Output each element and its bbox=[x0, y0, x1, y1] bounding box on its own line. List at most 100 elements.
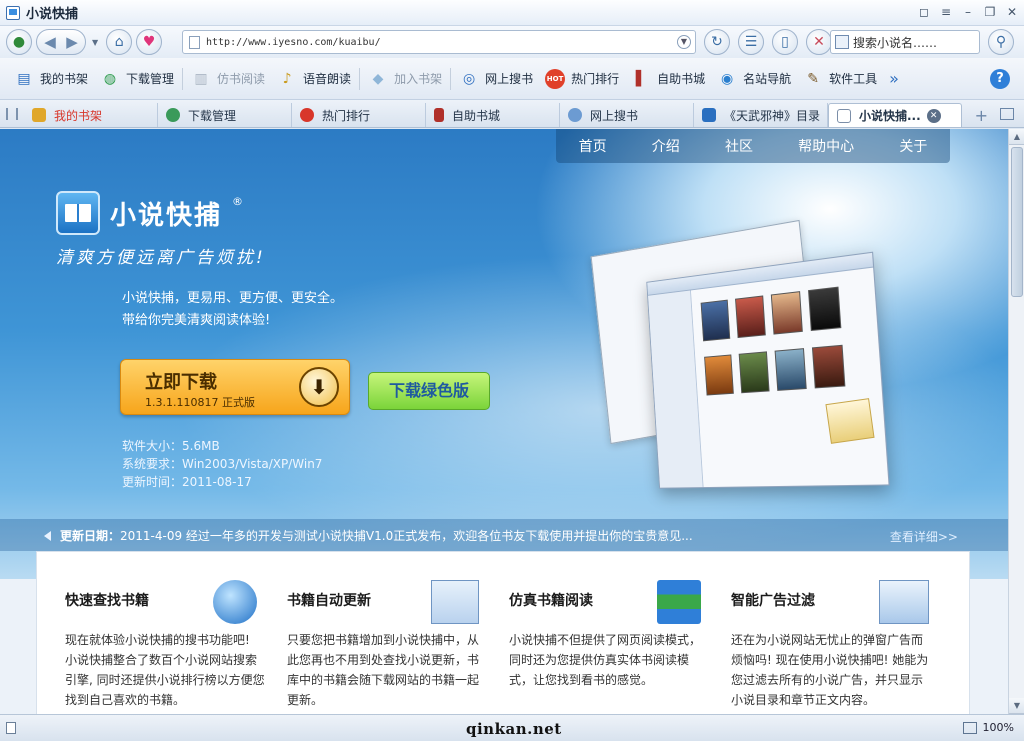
feature-desc: 只要您把书籍增加到小说快捕中，从此您再也不用到处查找小说更新，书库中的书籍会随下… bbox=[287, 630, 487, 710]
spec-system: 系统要求：Win2003/Vista/XP/Win7 bbox=[122, 455, 322, 472]
site-navigation: 首页 介绍 社区 帮助中心 关于 bbox=[556, 129, 950, 163]
favorite-heart-icon[interactable]: ♥ bbox=[136, 29, 162, 55]
site-nav-community[interactable]: 社区 bbox=[725, 136, 753, 156]
globe-download-icon bbox=[166, 108, 180, 122]
history-dropdown-icon[interactable]: ▼ bbox=[92, 38, 98, 47]
user-icon[interactable]: ● bbox=[6, 29, 32, 55]
menu-icon[interactable]: ≡ bbox=[938, 4, 954, 20]
navigation-bar: ● ◀ ▶ ▼ ⌂ ♥ http://www.iyesno.com/kuaibu… bbox=[0, 26, 1024, 58]
site-nav-home[interactable]: 首页 bbox=[579, 136, 607, 156]
toolbar-download-manager[interactable]: ◍ 下载管理 bbox=[94, 64, 180, 94]
tab-kuaibu-active[interactable]: 小说快捕... ✕ bbox=[828, 103, 962, 127]
title-bar: 小说快捕 ◻ ≡ – ❐ ✕ bbox=[0, 0, 1024, 26]
spec-update-date: 更新时间：2011-08-17 bbox=[122, 473, 252, 490]
tab-book-city[interactable]: 自助书城 bbox=[426, 103, 560, 127]
toolbar-hot-ranking[interactable]: HOT 热门排行 bbox=[539, 64, 625, 94]
toolbar-bookshelf[interactable]: ▤ 我的书架 bbox=[8, 64, 94, 94]
address-input[interactable]: http://www.iyesno.com/kuaibu/ bbox=[206, 37, 677, 48]
book-cover-image bbox=[812, 345, 845, 389]
tab-bookshelf[interactable]: 我的书架 bbox=[24, 103, 158, 127]
tools-icon: ✎ bbox=[803, 69, 823, 89]
toolbar-site-nav[interactable]: ◉ 名站导航 bbox=[711, 64, 797, 94]
book-cover-image bbox=[704, 354, 734, 395]
zoom-level: 100% bbox=[983, 721, 1014, 734]
feature-desc: 现在就体验小说快捕的搜书功能吧! 小说快捕整合了数百个小说网站搜索引擎, 同时还… bbox=[65, 630, 265, 710]
feature-title: 仿真书籍阅读 bbox=[509, 590, 593, 610]
status-bar: qinkan.net 100% bbox=[0, 714, 1024, 741]
home-icon[interactable]: ⌂ bbox=[106, 29, 132, 55]
zoom-control[interactable]: 100% bbox=[963, 721, 1014, 734]
news-ticker: 更新日期： 2011-4-09 经过一年多的开发与测试小说快捕V1.0正式发布，… bbox=[0, 519, 1008, 551]
tab-label: 热门排行 bbox=[322, 107, 370, 124]
tab-download-manager[interactable]: 下载管理 bbox=[158, 103, 292, 127]
vertical-scrollbar[interactable]: ▲ ▼ bbox=[1008, 129, 1024, 714]
toolbar-book-city[interactable]: ▌ 自助书城 bbox=[625, 64, 711, 94]
tab-novel-toc[interactable]: 《天武邪神》目录 bbox=[694, 103, 828, 127]
hero-banner: 首页 介绍 社区 帮助中心 关于 小说快捕 ® 清爽方便远离广告烦扰! 小说快捕… bbox=[0, 129, 1008, 579]
chat-icon[interactable]: ◻ bbox=[916, 4, 932, 20]
book-cover-image bbox=[739, 351, 770, 393]
download-now-button[interactable]: 立即下载 1.3.1.110817 正式版 ⬇ bbox=[120, 359, 350, 415]
magnifier-icon bbox=[213, 580, 257, 624]
download-version: 1.3.1.110817 正式版 bbox=[145, 394, 255, 410]
refresh-icon[interactable]: ↻ bbox=[704, 29, 730, 55]
new-page-icon[interactable]: ▯ bbox=[772, 29, 798, 55]
stop-icon[interactable]: ✕ bbox=[806, 29, 832, 55]
news-text[interactable]: 2011-4-09 经过一年多的开发与测试小说快捕V1.0正式发布，欢迎各位书友… bbox=[120, 527, 693, 544]
minimize-icon[interactable]: – bbox=[960, 4, 976, 20]
tab-close-icon[interactable]: ✕ bbox=[927, 109, 941, 123]
tab-label: 《天武邪神》目录 bbox=[724, 107, 820, 124]
brand-logo bbox=[56, 191, 100, 235]
toolbar-book-read[interactable]: ▥ 仿书阅读 bbox=[185, 64, 271, 94]
restore-icon[interactable]: ❐ bbox=[982, 4, 998, 20]
page-icon bbox=[837, 109, 851, 123]
address-dropdown-icon[interactable]: ▼ bbox=[677, 35, 691, 49]
watermark: qinkan.net bbox=[466, 720, 562, 738]
close-icon[interactable]: ✕ bbox=[1004, 4, 1020, 20]
book-cover-image bbox=[808, 287, 841, 331]
feature-title: 智能广告过滤 bbox=[731, 590, 815, 610]
toolbar-label: 热门排行 bbox=[571, 70, 619, 87]
back-icon[interactable]: ◀ bbox=[39, 31, 61, 53]
tab-label: 自助书城 bbox=[452, 107, 500, 124]
feature-panel: 快速查找书籍 现在就体验小说快捕的搜书功能吧! 小说快捕整合了数百个小说网站搜索… bbox=[36, 551, 970, 714]
list-view-icon[interactable]: ☰ bbox=[738, 29, 764, 55]
book-cover-image bbox=[701, 300, 731, 342]
window-list-icon[interactable] bbox=[1000, 108, 1014, 120]
more-chevron-icon: » bbox=[889, 69, 899, 88]
toolbar-separator bbox=[182, 68, 183, 90]
bookshelf-icon: ▤ bbox=[14, 69, 34, 89]
download-title: 立即下载 bbox=[145, 368, 217, 394]
green-download-button[interactable]: 下载绿色版 bbox=[368, 372, 490, 410]
tab-web-search[interactable]: 网上搜书 bbox=[560, 103, 694, 127]
search-engine-icon[interactable] bbox=[835, 35, 849, 49]
scroll-up-icon[interactable]: ▲ bbox=[1009, 129, 1024, 145]
scroll-down-icon[interactable]: ▼ bbox=[1009, 698, 1024, 714]
site-nav-intro[interactable]: 介绍 bbox=[652, 136, 680, 156]
open-book-icon bbox=[65, 204, 91, 222]
page-viewport: 首页 介绍 社区 帮助中心 关于 小说快捕 ® 清爽方便远离广告烦扰! 小说快捕… bbox=[0, 129, 1008, 714]
tab-hot-ranking[interactable]: 热门排行 bbox=[292, 103, 426, 127]
toolbar-tools[interactable]: ✎ 软件工具 bbox=[797, 64, 883, 94]
search-icon[interactable]: ⚲ bbox=[988, 29, 1014, 55]
site-nav-about[interactable]: 关于 bbox=[899, 136, 927, 156]
news-more-link[interactable]: 查看详细>> bbox=[890, 528, 958, 545]
scroll-thumb[interactable] bbox=[1011, 147, 1023, 297]
toolbar-more[interactable]: » bbox=[883, 64, 905, 94]
app-screenshot bbox=[646, 252, 889, 489]
site-nav-help[interactable]: 帮助中心 bbox=[798, 136, 854, 156]
tab-list-icon[interactable] bbox=[6, 108, 18, 120]
tab-label: 小说快捕... bbox=[859, 107, 921, 124]
help-icon[interactable]: ? bbox=[990, 69, 1010, 89]
feature-title: 快速查找书籍 bbox=[65, 590, 149, 610]
toolbar-voice-read[interactable]: ♪ 语音朗读 bbox=[271, 64, 357, 94]
toolbar-web-search[interactable]: ◎ 网上搜书 bbox=[453, 64, 539, 94]
novel-search-input[interactable]: 搜索小说名…… bbox=[830, 30, 980, 54]
globe-download-icon: ◍ bbox=[100, 69, 120, 89]
toolbar-add-to-shelf[interactable]: ◆ 加入书架 bbox=[362, 64, 448, 94]
microphone-icon: ♪ bbox=[277, 69, 297, 89]
forward-icon[interactable]: ▶ bbox=[61, 31, 83, 53]
intro-line-1: 小说快捕，更易用、更方便、更安全。 bbox=[122, 287, 343, 306]
address-bar[interactable]: http://www.iyesno.com/kuaibu/ ▼ bbox=[182, 30, 696, 54]
new-tab-icon[interactable]: + bbox=[975, 106, 988, 125]
